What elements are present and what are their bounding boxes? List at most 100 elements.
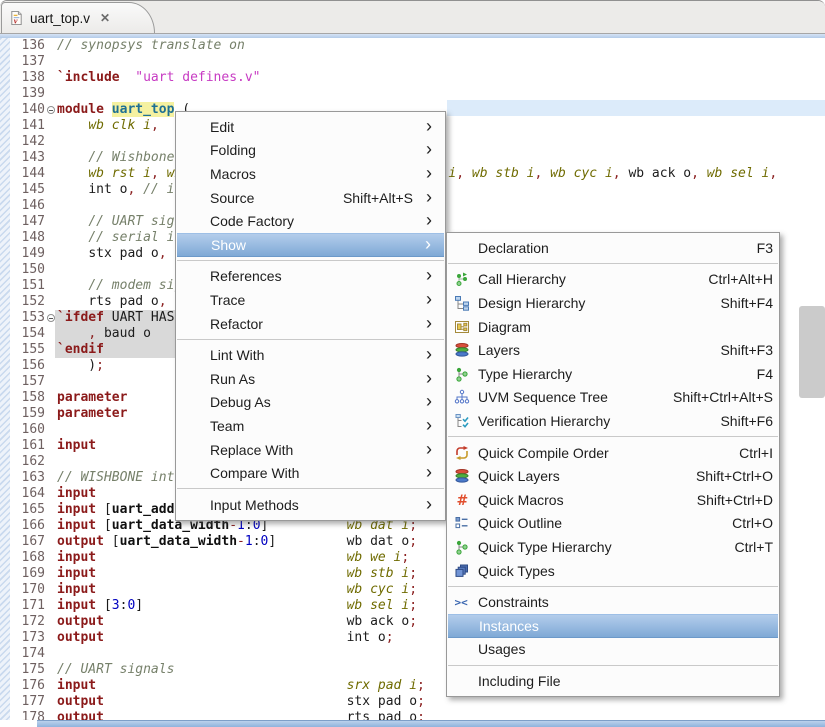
- line-number: 148: [10, 230, 45, 246]
- menu-item-label: Folding: [210, 142, 256, 158]
- menu-item-source[interactable]: SourceShift+Alt+S›: [176, 186, 445, 210]
- code-text: , baud o: [57, 326, 151, 341]
- horizontal-scrollbar[interactable]: [37, 720, 825, 727]
- editor-tab-bar: v uart_top.v ✕: [0, 1, 825, 34]
- submenu-arrow-icon: ›: [419, 392, 439, 410]
- menu-item-label: Refactor: [210, 316, 263, 332]
- menu-item-references[interactable]: References›: [176, 265, 445, 289]
- menu-item-quick-type-hierarchy[interactable]: Quick Type HierarchyCtrl+T: [447, 535, 779, 559]
- code-text: input wb stb i;: [57, 566, 417, 581]
- menu-item-show[interactable]: Show›: [177, 233, 444, 257]
- menu-item-label: Edit: [210, 119, 234, 135]
- menu-separator: [177, 260, 444, 261]
- fold-marker[interactable]: [45, 310, 57, 326]
- menu-item-call-hierarchy[interactable]: Call HierarchyCtrl+Alt+H: [447, 268, 779, 292]
- line-number: 176: [10, 678, 45, 694]
- fold-column: [45, 134, 57, 150]
- menu-item-quick-layers[interactable]: Quick LayersShift+Ctrl+O: [447, 464, 779, 488]
- code-line[interactable]: 138`include "uart defines.v": [0, 70, 825, 86]
- menu-item-input-methods[interactable]: Input Methods›: [176, 493, 445, 517]
- menu-item-label: Quick Types: [478, 563, 555, 579]
- layers-icon: [454, 342, 470, 358]
- menu-accelerator: Ctrl+I: [739, 445, 773, 461]
- menu-item-including-file[interactable]: Including File: [447, 669, 779, 693]
- code-text: rts pad o,: [57, 294, 167, 309]
- fold-collapse-icon[interactable]: [47, 314, 55, 322]
- menu-item-design-hierarchy[interactable]: Design HierarchyShift+F4: [447, 291, 779, 315]
- tab-close-icon[interactable]: ✕: [100, 11, 110, 25]
- fold-column: [45, 630, 57, 646]
- menu-item-quick-types[interactable]: Quick Types: [447, 559, 779, 583]
- menu-item-label: Quick Outline: [478, 515, 562, 531]
- code-line[interactable]: 137: [0, 54, 825, 70]
- line-number: 137: [10, 54, 45, 70]
- menu-item-uvm-sequence-tree[interactable]: UVM Sequence TreeShift+Ctrl+Alt+S: [447, 386, 779, 410]
- fold-column: [45, 182, 57, 198]
- type-hierarchy-icon: [454, 366, 470, 382]
- menu-item-diagram[interactable]: Diagram: [447, 315, 779, 339]
- menu-item-refactor[interactable]: Refactor›: [176, 312, 445, 336]
- line-number: 158: [10, 390, 45, 406]
- menu-item-type-hierarchy[interactable]: Type HierarchyF4: [447, 362, 779, 386]
- line-number: 159: [10, 406, 45, 422]
- menu-item-replace-with[interactable]: Replace With›: [176, 438, 445, 462]
- fold-column: [45, 86, 57, 102]
- menu-item-declaration[interactable]: DeclarationF3: [447, 236, 779, 260]
- menu-item-label: Quick Layers: [478, 468, 560, 484]
- quick-compile-order-icon: [454, 445, 470, 461]
- menu-item-label: Debug As: [210, 394, 271, 410]
- menu-item-constraints[interactable]: ><Constraints: [447, 590, 779, 614]
- menu-item-folding[interactable]: Folding›: [176, 139, 445, 163]
- menu-item-macros[interactable]: Macros›: [176, 162, 445, 186]
- line-number: 139: [10, 86, 45, 102]
- menu-item-trace[interactable]: Trace›: [176, 288, 445, 312]
- menu-accelerator: Shift+Ctrl+D: [697, 492, 773, 508]
- menu-item-run-as[interactable]: Run As›: [176, 367, 445, 391]
- line-number: 149: [10, 246, 45, 262]
- menu-item-quick-compile-order[interactable]: Quick Compile OrderCtrl+I: [447, 441, 779, 465]
- code-line[interactable]: 139: [0, 86, 825, 102]
- vertical-scrollbar-thumb[interactable]: [799, 306, 825, 398]
- line-number: 162: [10, 454, 45, 470]
- fold-column: [45, 710, 57, 720]
- menu-item-usages[interactable]: Usages: [447, 638, 779, 662]
- menu-item-quick-outline[interactable]: Quick OutlineCtrl+O: [447, 512, 779, 536]
- menu-item-quick-macros[interactable]: #Quick MacrosShift+Ctrl+D: [447, 488, 779, 512]
- line-number: 145: [10, 182, 45, 198]
- menu-item-code-factory[interactable]: Code Factory›: [176, 209, 445, 233]
- code-line[interactable]: 136// synopsys translate on: [0, 38, 825, 54]
- fold-collapse-icon[interactable]: [47, 106, 55, 114]
- uvm-sequence-tree-icon: [454, 389, 470, 405]
- submenu-arrow-icon: ›: [419, 495, 439, 513]
- menu-item-compare-with[interactable]: Compare With›: [176, 461, 445, 485]
- line-number: 141: [10, 118, 45, 134]
- menu-item-edit[interactable]: Edit›: [176, 115, 445, 139]
- fold-column: [45, 550, 57, 566]
- line-number: 169: [10, 566, 45, 582]
- menu-item-instances[interactable]: Instances: [448, 614, 778, 638]
- fold-column: [45, 406, 57, 422]
- menu-item-verification-hierarchy[interactable]: Verification HierarchyShift+F6: [447, 409, 779, 433]
- tab-uart-top[interactable]: v uart_top.v ✕: [1, 2, 155, 33]
- submenu-arrow-icon: ›: [419, 290, 439, 308]
- menu-accelerator: Shift+F4: [720, 295, 773, 311]
- menu-item-label: Compare With: [210, 465, 299, 481]
- code-text: `include "uart defines.v": [57, 70, 261, 85]
- menu-item-label: Instances: [479, 618, 539, 634]
- fold-marker[interactable]: [45, 102, 57, 118]
- menu-item-layers[interactable]: LayersShift+F3: [447, 338, 779, 362]
- design-hierarchy-icon: [454, 295, 470, 311]
- menu-item-debug-as[interactable]: Debug As ›: [176, 391, 445, 415]
- fold-column: [45, 518, 57, 534]
- line-number: 143: [10, 150, 45, 166]
- line-number: 160: [10, 422, 45, 438]
- code-line[interactable]: 178output rts pad o;: [0, 710, 825, 720]
- svg-text:v: v: [14, 16, 18, 26]
- menu-item-team[interactable]: Team›: [176, 414, 445, 438]
- show-submenu: DeclarationF3 Call HierarchyCtrl+Alt+HDes…: [446, 232, 780, 697]
- code-text: input [3:0] wb sel i;: [57, 598, 417, 613]
- fold-column: [45, 614, 57, 630]
- menu-item-lint-with[interactable]: Lint With›: [176, 343, 445, 367]
- code-text: parameter: [57, 390, 127, 405]
- line-number: 153: [10, 310, 45, 326]
